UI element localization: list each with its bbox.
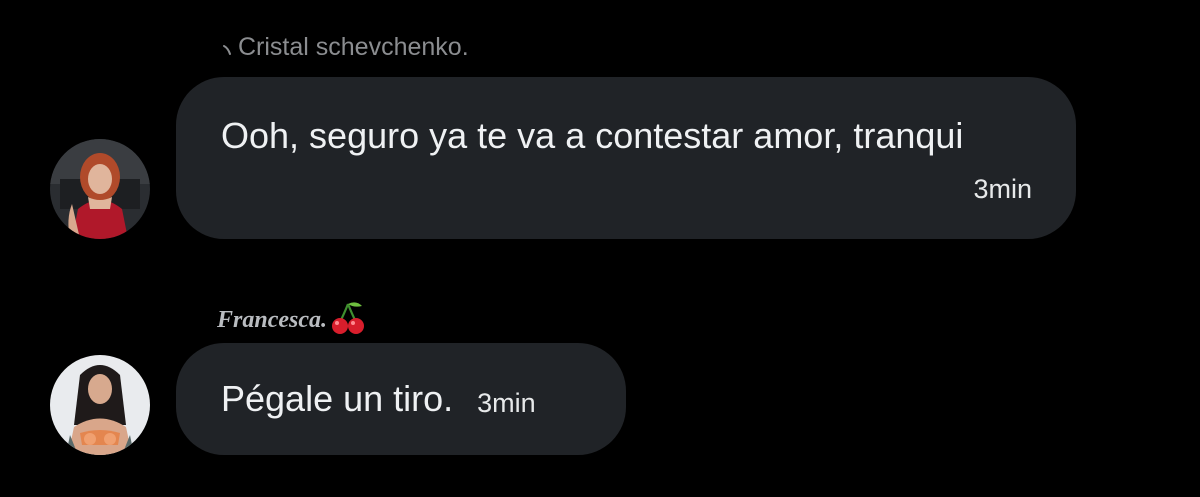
cherry-emoji-icon (330, 300, 366, 336)
avatar[interactable] (50, 355, 150, 455)
message-text: Ooh, seguro ya te va a contestar amor, t… (221, 115, 964, 156)
sender-name-row: Francesca. (217, 302, 366, 338)
woman-tattoo-avatar (50, 355, 150, 455)
reply-icon (222, 36, 232, 55)
message-time: 3min (973, 174, 1032, 204)
message-bubble[interactable]: Ooh, seguro ya te va a contestar amor, t… (176, 77, 1076, 239)
chat-thread: Cristal schevchenko. Ooh, seguro ya te v… (0, 0, 1200, 497)
avatar[interactable] (50, 139, 150, 239)
message-bubble[interactable]: Pégale un tiro. 3min (176, 343, 626, 455)
sender-name-row: Cristal schevchenko. (222, 35, 469, 60)
sender-name[interactable]: Cristal schevchenko. (238, 35, 469, 60)
message-text: Pégale un tiro. (221, 378, 454, 419)
message-time: 3min (477, 387, 536, 418)
woman-red-dress-avatar (50, 139, 150, 239)
sender-name[interactable]: Francesca. (217, 308, 327, 332)
